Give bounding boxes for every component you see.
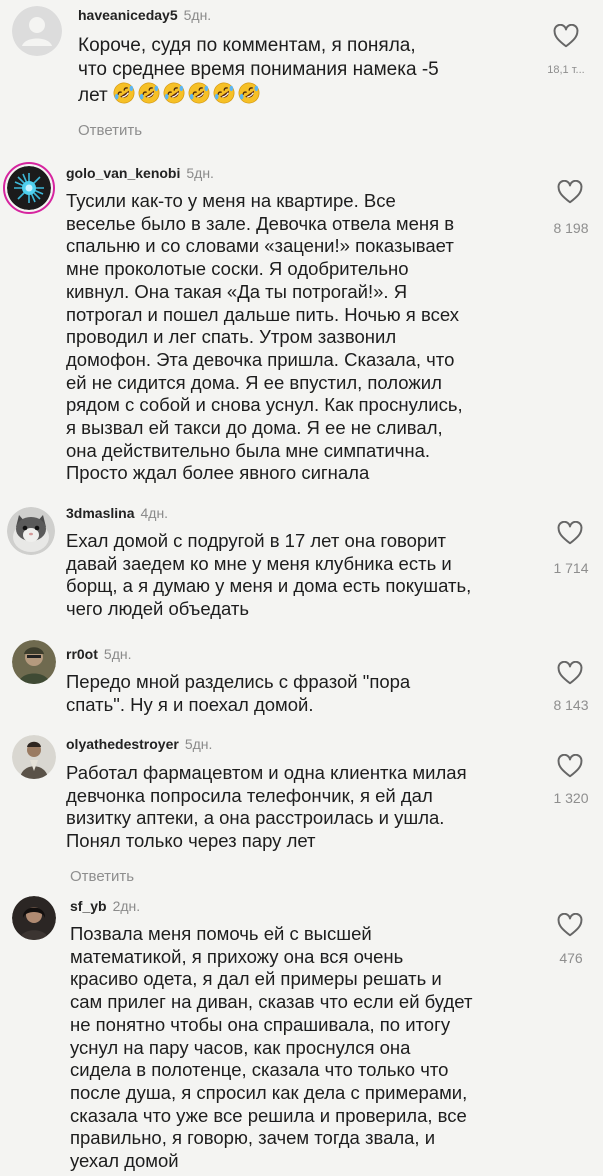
comment-text: Ехал домой с подругой в 17 лет она говор… [66,530,536,621]
like-count: 1 714 [553,560,589,576]
like-count: 8 198 [553,220,589,236]
comment-text: Позвала меня помочь ей с высшей математи… [70,923,540,1173]
comment-4: rr0ot 5дн. Передо мной разделись с фразой… [0,634,603,724]
comment-username[interactable]: golo_van_kenobi 5дн. [66,165,214,181]
comment-text-line: Позвала меня помочь ей с высшей [70,923,372,944]
comment-text-line: чего людей объедать [66,598,250,620]
comment-text-line: Ехал домой с подругой в 17 лет она говор… [66,530,447,551]
comment-text-line: я вызвал ей такси до дома. Я ее не слива… [66,417,443,439]
reply-button[interactable]: Ответить [70,868,134,885]
comment-6: sf_yb 2дн. Позвала меня помочь ей с высше… [0,890,603,1176]
comment-username[interactable]: sf_yb 2дн. [70,898,140,914]
comment-text-line: уехал домой [70,1150,179,1172]
like-count: 18,1 т... [547,64,585,76]
comment-username[interactable]: 3dmaslina 4дн. [66,505,168,521]
comment-text-line: она действительно была мне симпатична. [66,439,431,461]
comment-text-line: Работал фармацевтом и одна клиентка мила… [66,762,467,783]
comment-time: 2дн. [112,898,141,914]
comment-username[interactable]: rr0ot 5дн. [66,646,131,662]
comment-text-line: Просто ждал более явного сигнала [66,462,370,484]
comment-time: 5дн. [183,7,212,23]
rolling-on-floor-laughing-emoji [138,82,160,104]
comment-username[interactable]: haveaniceday5 5дн. [78,7,211,23]
comment-text-line: рядом с собой и снова уснул. Как проснул… [66,394,463,416]
like-count: 1 320 [553,790,589,806]
username-text[interactable]: olyathedestroyer [66,736,179,752]
comment-2: golo_van_kenobi 5дн. Тусили как-то у меня… [0,158,603,498]
comment-time: 4дн. [140,505,169,521]
comment-text-line: проводил и лег спать. Утром зазвонил [66,326,397,348]
comment-text-line: сам прилег на диван, сказав что если ей … [70,991,473,1013]
comment-text-line: мне проколотые соски. Я одобрительно [66,258,409,280]
comment-text-line: не понятно чтобы она спрашивала, по итог… [70,1013,451,1035]
comment-time: 5дн. [103,646,132,662]
default-avatar-icon[interactable] [12,6,62,56]
rolling-on-floor-laughing-emoji [188,82,210,104]
comment-text-line: красиво одета, я дал ей примеры решать и [70,968,442,990]
comment-text-fragment: лет [78,85,108,106]
comment-text-line: веселье было в зале. Девочка отвела меня… [66,212,455,234]
comment-text-line: борщ, а я думаю у меня и дома есть покуш… [66,575,472,597]
heart-outline-icon[interactable] [557,661,583,685]
username-text[interactable]: rr0ot [66,646,98,662]
avatar[interactable] [12,735,56,779]
heart-outline-icon[interactable] [557,180,583,204]
comment-text-line: лет [78,82,548,108]
comment-text-line: что среднее время понимания намека -5 [78,59,439,80]
comment-text: Работал фармацевтом и одна клиентка мила… [66,762,536,853]
like-count: 8 143 [553,697,589,713]
emoji-group [113,82,263,106]
comment-text-line: сидела в полотенце, сказала что только ч… [70,1059,449,1081]
avatar[interactable] [7,507,55,555]
comment-text-line: Короче, судя по комментам, я поняла, [78,35,416,56]
comment-text-line: Передо мной разделись с фразой "пора [66,671,411,692]
comment-text: Передо мной разделись с фразой "пора спа… [66,671,536,716]
comment-1: haveaniceday5 5дн. Короче, судя по коммен… [0,0,603,150]
comment-text-line: потрогал и пошел дальше пить. Ночью я вс… [66,303,459,325]
comment-text-line: уснул на пару часов, как проснулся она [70,1036,411,1058]
comment-text: Короче, судя по комментам, я поняла, что… [78,34,548,108]
comment-text: Тусили как-то у меня на квартире. Все ве… [66,190,536,485]
reply-button[interactable]: Ответить [78,122,142,139]
comment-text-line: Понял только через пару лет [66,830,316,852]
comment-text-line: девчонка попросила телефончик, я ей дал [66,784,433,806]
like-count: 476 [559,950,583,966]
comment-text-line: спальню и со словами «зацени!» показывае… [66,235,454,257]
comment-time: 5дн. [184,736,213,752]
heart-outline-icon[interactable] [553,24,579,48]
comment-text-line: визитку аптеки, а она расстроилась и ушл… [66,807,445,829]
username-text[interactable]: sf_yb [70,898,107,914]
heart-outline-icon[interactable] [557,521,583,545]
comment-text-line: сказала что уже все решила и проверила, … [70,1104,467,1126]
heart-outline-icon[interactable] [557,913,583,937]
avatar[interactable] [3,162,55,214]
avatar[interactable] [12,896,56,940]
comment-text-line: кивнул. Она такая «Да ты потрогай!». Я [66,280,408,302]
rolling-on-floor-laughing-emoji [238,82,260,104]
username-text[interactable]: haveaniceday5 [78,7,178,23]
comment-text-line: после душа, я спросил как дела с примера… [70,1081,468,1103]
username-text[interactable]: golo_van_kenobi [66,165,180,181]
comment-text-line: математикой, я прихожу она вся очень [70,945,404,967]
heart-outline-icon[interactable] [557,754,583,778]
rolling-on-floor-laughing-emoji [163,82,185,104]
rolling-on-floor-laughing-emoji [213,82,235,104]
comment-text-line: домофон. Эта девочка пришла. Сказала, чт… [66,348,455,370]
comment-username[interactable]: olyathedestroyer 5дн. [66,736,212,752]
comment-text-line: спать". Ну я и поехал домой. [66,693,314,715]
comment-time: 5дн. [186,165,214,181]
comment-text-line: ей не сидится дома. Я ее впустил, положи… [66,371,442,393]
comment-text-line: давай заедем ко мне у меня клубника есть… [66,552,452,574]
comment-3: 3dmaslina 4дн. Ехал домой с подругой в 17… [0,499,603,629]
username-text[interactable]: 3dmaslina [66,505,134,521]
comment-text-line: правильно, я говорю, зачем тогда звала, … [70,1127,436,1149]
rolling-on-floor-laughing-emoji [113,82,135,104]
comment-text-line: Тусили как-то у меня на квартире. Все [66,190,396,211]
comment-5: olyathedestroyer 5дн. Работал фармацевтом… [0,727,603,889]
avatar[interactable] [12,640,56,684]
